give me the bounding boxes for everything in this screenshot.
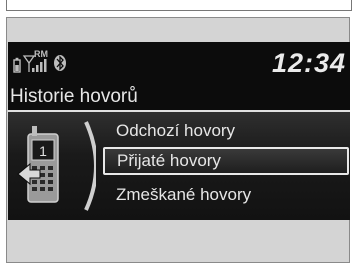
phone-badge-number: 1: [39, 143, 47, 159]
call-history-phone-icon: 1: [16, 120, 98, 212]
status-bar: RM 12:34: [8, 42, 350, 86]
menu-item-missed-calls[interactable]: Zmeškané hovory: [116, 182, 346, 208]
menu-item-received-calls[interactable]: Přijaté hovory: [103, 147, 349, 175]
battery-icon: [13, 57, 21, 73]
screen-title: Historie hovorů: [10, 86, 138, 107]
clock: 12:34: [271, 48, 346, 78]
top-frame-line: [6, 0, 352, 11]
menu-item-outgoing-calls[interactable]: Odchozí hovory: [116, 118, 346, 144]
menu-area: 1 Odchozí hovory Přijaté hovory Zmeškané…: [8, 112, 350, 220]
status-icons: RM: [12, 46, 112, 78]
bluetooth-icon: [54, 55, 66, 71]
car-display-screen: RM 12:34 Historie hovorů 1 Odchozí hovor…: [8, 42, 350, 220]
roaming-label: RM: [34, 49, 48, 59]
